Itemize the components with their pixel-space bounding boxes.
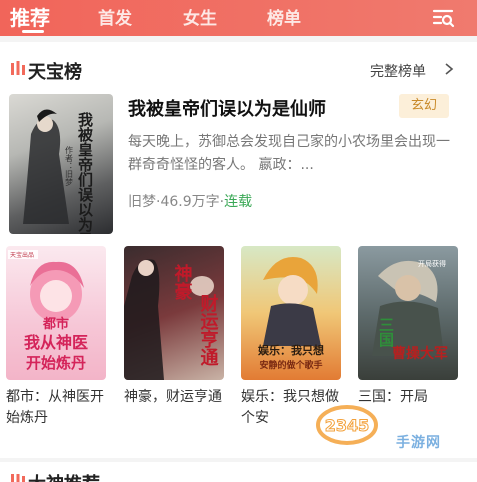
featured-cover-title-text: 我被皇帝们误以为是仙师 [76,111,94,234]
cover-text-line-2: 财运亨通 [198,293,219,367]
genre-tag: 玄幻 [399,94,449,118]
book-cover[interactable]: 娱乐：我只想 安静的做个歌手 [241,246,341,380]
featured-book-cover[interactable]: 我被皇帝们误以为是仙师 作者：旧梦 [9,94,113,234]
cover-text-line-3: 开始炼丹 [26,354,86,372]
cover-text-line-1: 都市 [42,316,69,332]
top-nav-bar: 推荐 首发 女生 榜单 [0,0,477,36]
cover-text-line-1: 神豪 [172,263,193,301]
book-cover-art: 神豪 财运亨通 [124,259,219,380]
next-section-title: 大神推荐 [28,470,100,482]
book-cover[interactable]: 神豪 财运亨通 [124,246,224,380]
featured-cover-art: 我被皇帝们误以为是仙师 作者：旧梦 [23,109,94,234]
cover-text-line-1: 娱乐：我只想 [258,343,324,357]
featured-book-meta: 旧梦·46.9万字·连载 [128,191,252,211]
watermark-logo-text: 2345 [325,416,370,435]
featured-book-description: 每天晚上，苏御总会发现自己家的小农场里会出现一群奇奇怪怪的客人。 嬴政：... [128,134,450,173]
rank-bars-icon [11,474,25,482]
book-cover[interactable]: 三国 曹操大军 开局获得 [358,246,458,380]
section-title: 天宝榜 [28,62,82,83]
cover-text-line-1: 三国 [377,317,395,348]
book-item[interactable]: 娱乐：我只想 安静的做个歌手 娱乐：我只想做个安 [241,246,341,429]
book-item[interactable]: 三国 曹操大军 开局获得 三国：开局 [358,246,458,429]
cover-text-line-2: 我从神医 [24,333,88,352]
search-list-icon[interactable] [432,6,456,30]
serial-status: 连载 [224,194,253,210]
book-cover-art: 娱乐：我只想 安静的做个歌手 [258,256,324,371]
book-item[interactable]: 天宝出品 都市 我从神医 开始炼丹 都市：从神医开始炼丹 [6,246,106,429]
book-title[interactable]: 都市：从神医开始炼丹 [6,387,106,429]
tab-first-release[interactable]: 首发 [98,4,132,29]
book-cover-art: 三国 曹操大军 开局获得 [372,259,448,362]
book-cover[interactable]: 天宝出品 都市 我从神医 开始炼丹 [6,246,106,380]
book-item[interactable]: 神豪 财运亨通 神豪，财运亨通 [124,246,224,429]
featured-cover-author-text: 作者：旧梦 [65,145,74,187]
watermark-logo: 2345 [316,405,378,445]
cover-text-line-2: 曹操大军 [392,345,448,362]
cover-text-line-2: 安静的做个歌手 [259,359,322,371]
publisher-badge-text: 天宝出品 [10,251,34,259]
active-tab-indicator [22,30,44,33]
cover-text-line-3: 开局获得 [418,259,446,268]
tab-female[interactable]: 女生 [183,4,217,29]
featured-book-title[interactable]: 我被皇帝们误以为是仙师 [128,95,326,121]
full-ranking-link[interactable]: 完整榜单 [370,61,426,81]
tab-rankings[interactable]: 榜单 [267,4,301,29]
watermark-text: 手游网 [396,435,441,451]
book-cover-art: 天宝出品 都市 我从神医 开始炼丹 [8,250,88,372]
book-title[interactable]: 神豪，财运亨通 [124,387,224,429]
tab-recommend[interactable]: 推荐 [10,2,50,31]
word-count: 46.9万字 [160,194,220,210]
chevron-right-icon[interactable] [444,63,454,75]
rank-bars-icon [11,61,25,75]
author-name: 旧梦 [128,194,156,210]
